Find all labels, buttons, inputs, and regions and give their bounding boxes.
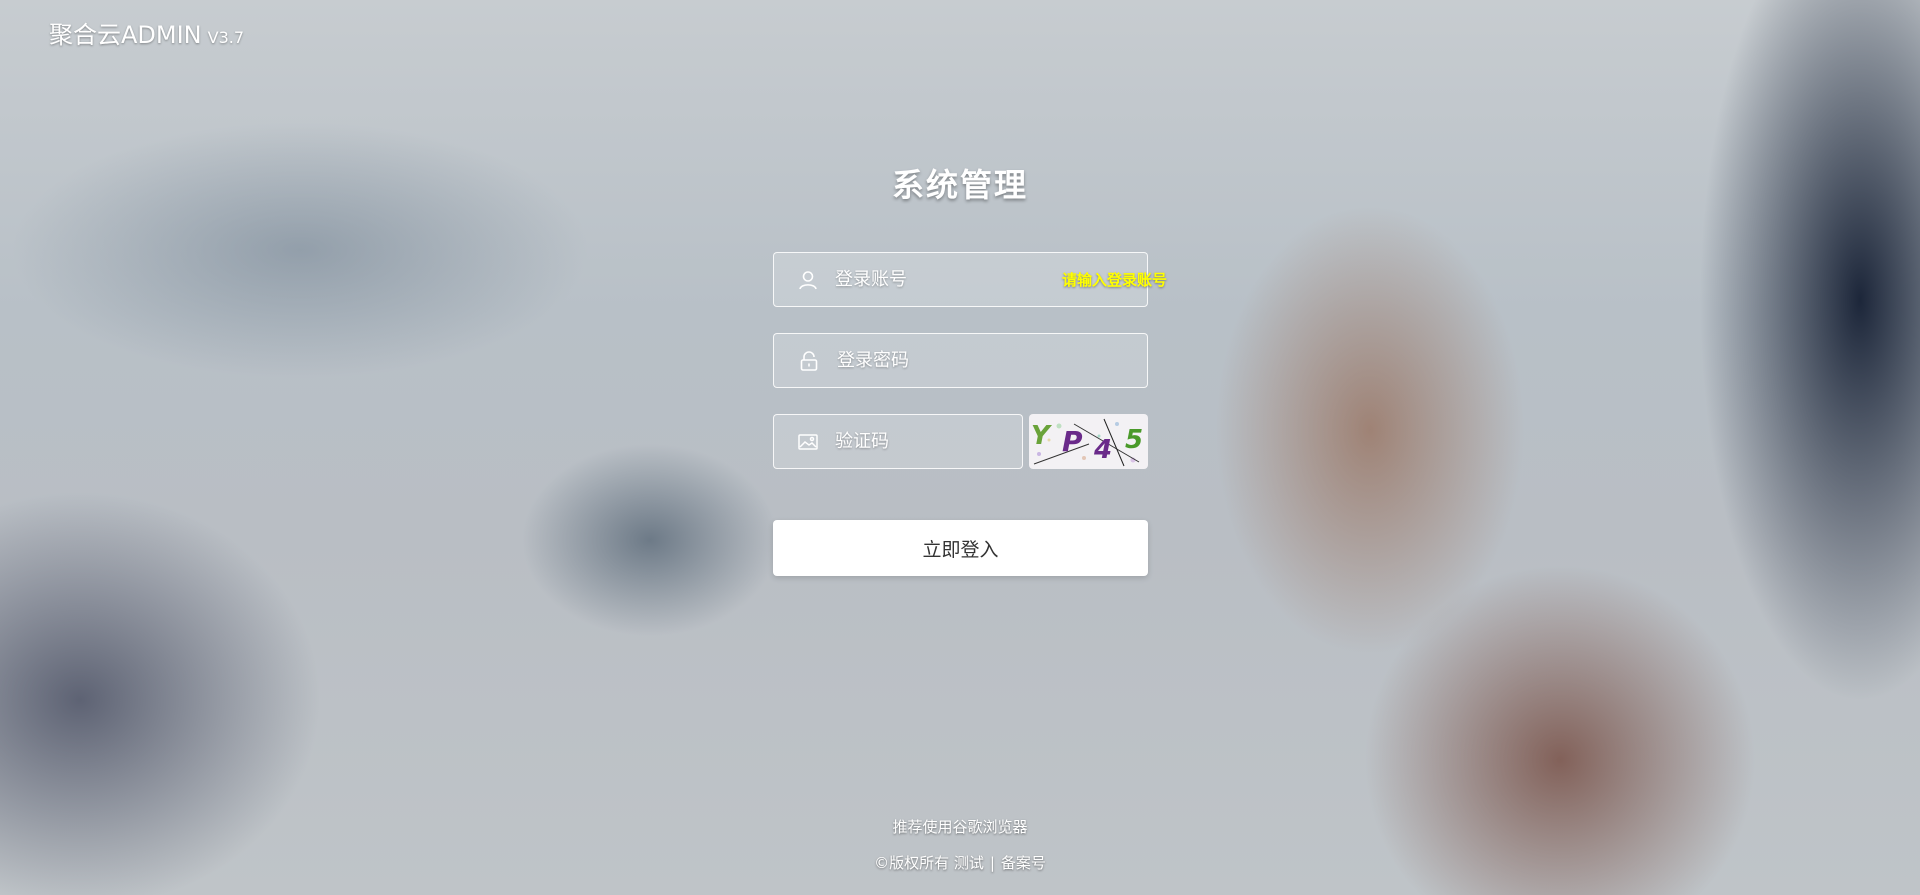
password-input[interactable] — [835, 349, 1147, 372]
password-field — [773, 333, 1148, 388]
captcha-input[interactable] — [833, 430, 1062, 453]
footer-separator: | — [989, 854, 995, 872]
svg-text:P: P — [1062, 425, 1083, 458]
username-field: 请输入登录账号 — [773, 252, 1167, 307]
version-label: V3.7 — [207, 28, 245, 47]
copyright-text: ©版权所有 测试 — [874, 854, 984, 872]
user-icon — [797, 268, 819, 292]
browser-tip: 推荐使用谷歌浏览器 — [892, 818, 1028, 836]
username-input[interactable] — [833, 268, 1062, 291]
brand-logo: 聚合云ADMIN V3.7 — [49, 15, 244, 50]
svg-text:4: 4 — [1093, 435, 1112, 465]
image-icon — [797, 430, 819, 454]
lock-icon — [797, 349, 821, 373]
copyright-line: ©版权所有 测试 | 备案号 — [660, 852, 1260, 873]
brand-name: 聚合云ADMIN — [49, 21, 202, 49]
username-error: 请输入登录账号 — [1062, 271, 1168, 289]
page-title: 系统管理 — [891, 166, 1028, 204]
svg-text:Y: Y — [1031, 421, 1053, 451]
captcha-image[interactable]: Y P 4 5 — [1029, 414, 1148, 469]
svg-text:5: 5 — [1125, 425, 1143, 455]
captcha-field — [773, 414, 1062, 469]
icp-link[interactable]: 备案号 — [1001, 854, 1046, 872]
login-button[interactable]: 立即登入 — [773, 520, 1148, 576]
